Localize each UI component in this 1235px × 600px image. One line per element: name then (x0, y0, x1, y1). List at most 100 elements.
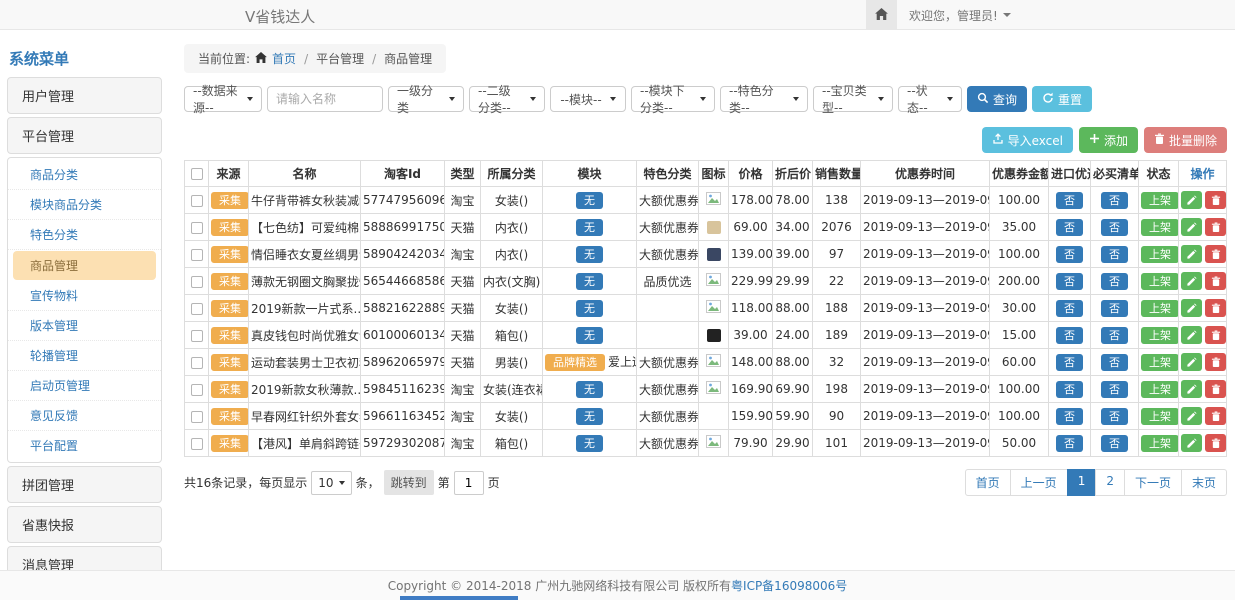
home-button[interactable] (866, 0, 897, 30)
sidebar-item-5[interactable]: 商品管理 (13, 251, 156, 280)
page-button-0[interactable]: 首页 (965, 469, 1011, 496)
breadcrumb-home-link[interactable]: 首页 (272, 50, 296, 67)
sidebar-section-13[interactable]: 省惠快报 (7, 506, 162, 543)
import-select-toggle[interactable]: 否 (1056, 246, 1083, 263)
must-buy-toggle[interactable]: 否 (1101, 300, 1128, 317)
must-buy-toggle[interactable]: 否 (1101, 327, 1128, 344)
name-search-input[interactable] (267, 86, 383, 112)
status-badge[interactable]: 上架 (1141, 219, 1179, 236)
status-badge[interactable]: 上架 (1141, 273, 1179, 290)
must-buy-toggle[interactable]: 否 (1101, 408, 1128, 425)
status-badge[interactable]: 上架 (1141, 435, 1179, 452)
import-select-toggle[interactable]: 否 (1056, 381, 1083, 398)
import-select-toggle[interactable]: 否 (1056, 192, 1083, 209)
filter-select-3[interactable]: --二级分类-- (469, 86, 545, 112)
must-buy-toggle[interactable]: 否 (1101, 435, 1128, 452)
search-button[interactable]: 查询 (967, 86, 1027, 112)
batch-delete-button[interactable]: 批量删除 (1144, 127, 1227, 153)
edit-button[interactable] (1181, 380, 1202, 398)
import-select-toggle[interactable]: 否 (1056, 408, 1083, 425)
page-button-1[interactable]: 上一页 (1010, 469, 1068, 496)
filter-select-0[interactable]: --数据来源-- (184, 86, 262, 112)
delete-button[interactable] (1205, 191, 1226, 209)
row-checkbox[interactable] (191, 195, 203, 207)
row-checkbox[interactable] (191, 222, 203, 234)
sidebar-item-3[interactable]: 模块商品分类 (8, 190, 161, 220)
page-button-3[interactable]: 2 (1095, 469, 1125, 496)
filter-select-8[interactable]: --状态-- (898, 86, 962, 112)
sidebar-item-4[interactable]: 特色分类 (8, 220, 161, 250)
sidebar-section-12[interactable]: 拼团管理 (7, 466, 162, 503)
row-checkbox[interactable] (191, 357, 203, 369)
delete-button[interactable] (1205, 326, 1226, 344)
delete-button[interactable] (1205, 407, 1226, 425)
row-checkbox[interactable] (191, 438, 203, 450)
must-buy-toggle[interactable]: 否 (1101, 354, 1128, 371)
user-menu[interactable]: 欢迎您，管理员! (909, 7, 1011, 24)
select-all-checkbox[interactable] (191, 168, 203, 180)
row-checkbox[interactable] (191, 411, 203, 423)
sidebar-section-14[interactable]: 消息管理 (7, 546, 162, 570)
status-badge[interactable]: 上架 (1141, 192, 1179, 209)
row-checkbox[interactable] (191, 276, 203, 288)
sidebar-item-10[interactable]: 意见反馈 (8, 401, 161, 431)
edit-button[interactable] (1181, 407, 1202, 425)
sidebar-item-7[interactable]: 版本管理 (8, 311, 161, 341)
import-select-toggle[interactable]: 否 (1056, 219, 1083, 236)
page-button-4[interactable]: 下一页 (1124, 469, 1182, 496)
status-badge[interactable]: 上架 (1141, 327, 1179, 344)
filter-select-5[interactable]: --模块下分类-- (631, 86, 715, 112)
import-select-toggle[interactable]: 否 (1056, 300, 1083, 317)
icp-link[interactable]: 粤ICP备16098006号 (731, 577, 847, 594)
delete-button[interactable] (1205, 218, 1226, 236)
jump-page-input[interactable] (454, 471, 484, 495)
page-button-5[interactable]: 末页 (1181, 469, 1227, 496)
edit-button[interactable] (1181, 434, 1202, 452)
must-buy-toggle[interactable]: 否 (1101, 273, 1128, 290)
edit-button[interactable] (1181, 299, 1202, 317)
filter-select-4[interactable]: --模块-- (550, 86, 626, 112)
sidebar-section-0[interactable]: 用户管理 (7, 77, 162, 114)
edit-button[interactable] (1181, 326, 1202, 344)
sidebar-section-1[interactable]: 平台管理 (7, 117, 162, 154)
status-badge[interactable]: 上架 (1141, 381, 1179, 398)
sidebar-item-11[interactable]: 平台配置 (8, 431, 161, 460)
row-checkbox[interactable] (191, 249, 203, 261)
row-checkbox[interactable] (191, 303, 203, 315)
edit-button[interactable] (1181, 353, 1202, 371)
sidebar-item-2[interactable]: 商品分类 (8, 160, 161, 190)
status-badge[interactable]: 上架 (1141, 300, 1179, 317)
delete-button[interactable] (1205, 434, 1226, 452)
delete-button[interactable] (1205, 299, 1226, 317)
must-buy-toggle[interactable]: 否 (1101, 219, 1128, 236)
page-button-2[interactable]: 1 (1067, 469, 1097, 496)
delete-button[interactable] (1205, 353, 1226, 371)
per-page-select[interactable]: 10 (311, 471, 351, 495)
sidebar-item-8[interactable]: 轮播管理 (8, 341, 161, 371)
delete-button[interactable] (1205, 245, 1226, 263)
edit-button[interactable] (1181, 245, 1202, 263)
must-buy-toggle[interactable]: 否 (1101, 192, 1128, 209)
sidebar-item-9[interactable]: 启动页管理 (8, 371, 161, 401)
edit-button[interactable] (1181, 191, 1202, 209)
filter-select-2[interactable]: 一级分类 (388, 86, 464, 112)
import-select-toggle[interactable]: 否 (1056, 273, 1083, 290)
status-badge[interactable]: 上架 (1141, 408, 1179, 425)
status-badge[interactable]: 上架 (1141, 354, 1179, 371)
filter-select-6[interactable]: --特色分类-- (720, 86, 808, 112)
must-buy-toggle[interactable]: 否 (1101, 381, 1128, 398)
import-select-toggle[interactable]: 否 (1056, 435, 1083, 452)
filter-select-7[interactable]: --宝贝类型-- (813, 86, 893, 112)
edit-button[interactable] (1181, 272, 1202, 290)
sidebar-item-6[interactable]: 宣传物料 (8, 281, 161, 311)
add-button[interactable]: 添加 (1079, 127, 1138, 153)
delete-button[interactable] (1205, 272, 1226, 290)
delete-button[interactable] (1205, 380, 1226, 398)
reset-button[interactable]: 重置 (1032, 86, 1092, 112)
row-checkbox[interactable] (191, 330, 203, 342)
status-badge[interactable]: 上架 (1141, 246, 1179, 263)
row-checkbox[interactable] (191, 384, 203, 396)
must-buy-toggle[interactable]: 否 (1101, 246, 1128, 263)
import-excel-button[interactable]: 导入excel (982, 127, 1073, 153)
import-select-toggle[interactable]: 否 (1056, 327, 1083, 344)
